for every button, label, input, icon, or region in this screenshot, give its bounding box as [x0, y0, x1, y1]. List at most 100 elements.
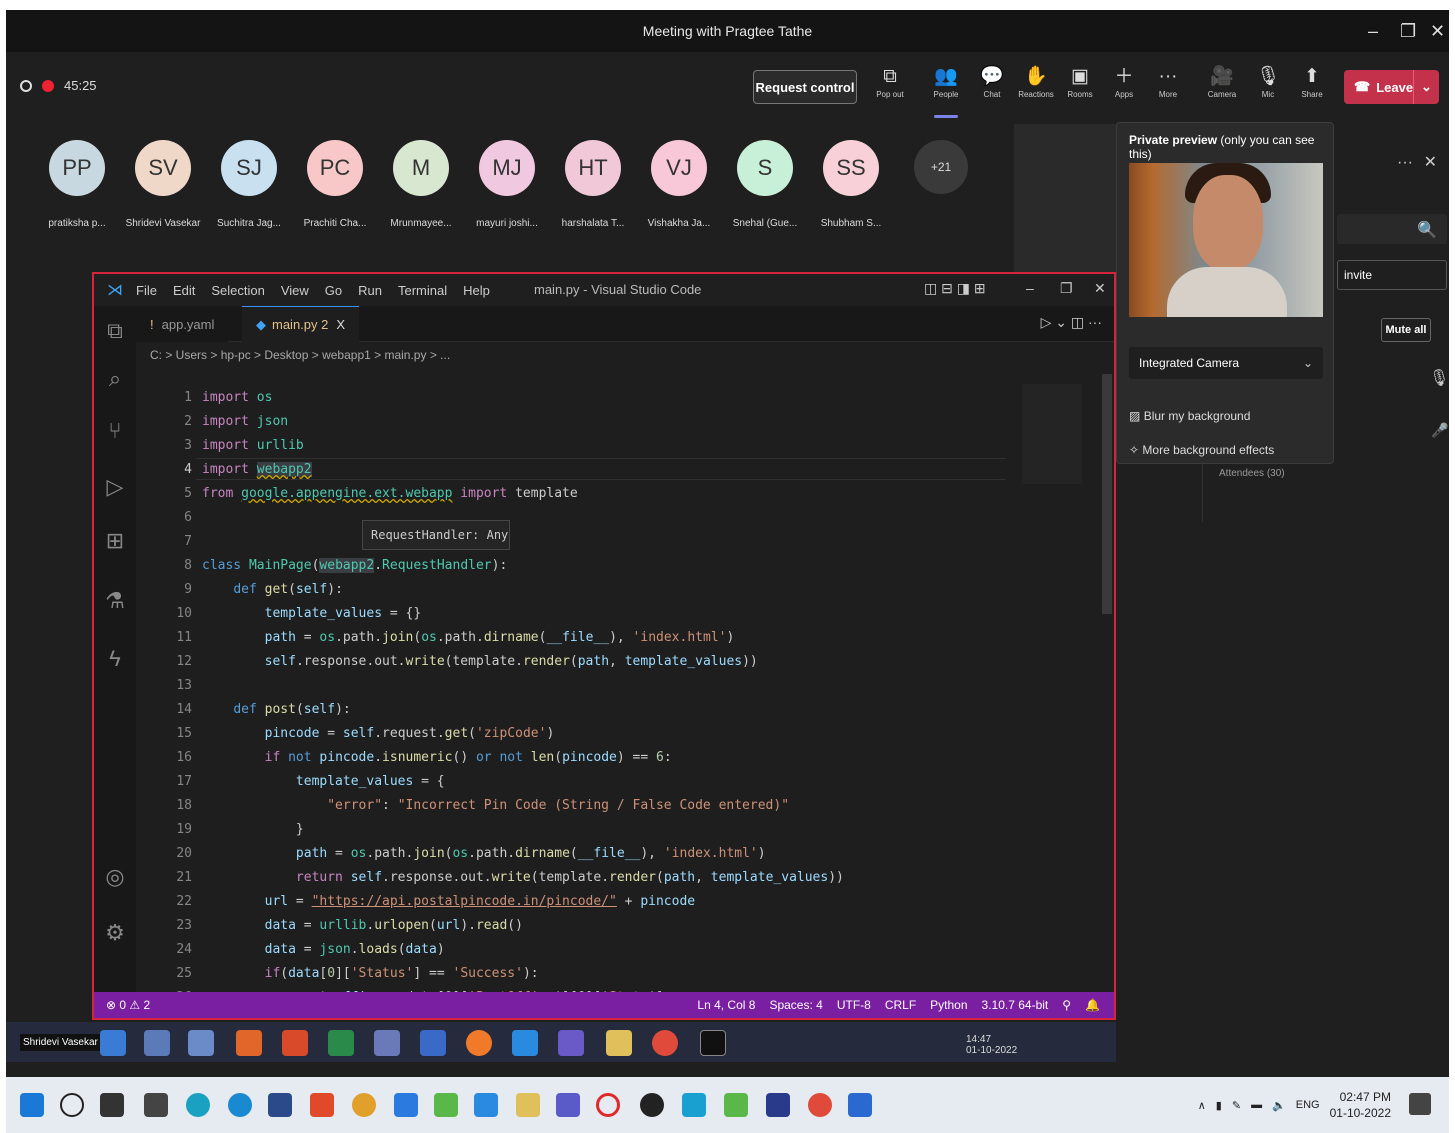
people-search-input[interactable]: 🔍 [1337, 214, 1447, 244]
thunder-icon[interactable]: ϟ [102, 646, 128, 672]
maximize-icon[interactable]: ❐ [1400, 10, 1416, 52]
notification-icon[interactable] [1409, 1093, 1431, 1115]
minimize-icon[interactable]: – [1368, 10, 1378, 52]
close-tab-icon[interactable]: X [336, 317, 345, 332]
menu-terminal[interactable]: Terminal [398, 283, 447, 298]
app-icon[interactable] [310, 1093, 334, 1117]
bell-icon[interactable]: 🔔 [1085, 998, 1100, 1012]
chrome-icon[interactable] [808, 1093, 832, 1117]
app-icon[interactable] [394, 1093, 418, 1117]
explorer-icon[interactable]: ⧉ [102, 318, 128, 344]
apps-button[interactable]: ＋ Apps [1104, 64, 1144, 112]
indentation-status[interactable]: Spaces: 4 [769, 998, 822, 1012]
blur-background-option[interactable]: ▨ Blur my background [1129, 409, 1250, 423]
app-icon[interactable] [682, 1093, 706, 1117]
panel-close-icon[interactable]: ✕ [1424, 152, 1437, 172]
cursor-position[interactable]: Ln 4, Col 8 [697, 998, 755, 1012]
people-button[interactable]: 👥 People [926, 64, 966, 118]
battery-icon[interactable]: ▮ [1216, 1099, 1222, 1112]
widgets-icon[interactable] [144, 1093, 168, 1117]
menu-selection[interactable]: Selection [211, 283, 264, 298]
participant[interactable]: PC Prachiti Cha... [292, 140, 378, 229]
task-view-icon[interactable] [100, 1093, 124, 1117]
opera-icon[interactable] [596, 1093, 620, 1117]
editor-scrollbar[interactable] [1102, 374, 1112, 614]
volume-icon[interactable]: 🔈 [1272, 1099, 1286, 1112]
vs-minimize-icon[interactable]: – [1026, 280, 1034, 296]
rooms-button[interactable]: ▣ Rooms [1060, 64, 1100, 112]
clock[interactable]: 02:47 PM 01-10-2022 [1330, 1089, 1391, 1121]
chevron-up-icon[interactable]: ∧ [1198, 1099, 1206, 1112]
word-icon[interactable] [848, 1093, 872, 1117]
menu-go[interactable]: Go [325, 283, 342, 298]
app-icon[interactable] [434, 1093, 458, 1117]
camera-select[interactable]: Integrated Camera ⌄ [1129, 347, 1323, 379]
app-icon[interactable] [228, 1093, 252, 1117]
person-icon[interactable]: ⚲ [1062, 998, 1071, 1012]
layout-toggle-icon[interactable]: ◫ ⊟ ◨ ⊞ [924, 280, 986, 297]
tab-app-yaml[interactable]: ! app.yaml [136, 306, 229, 342]
participant[interactable]: PP pratiksha p... [34, 140, 120, 229]
chevron-down-icon[interactable]: ⌄ [1413, 70, 1439, 104]
participant[interactable]: SV Shridevi Vasekar [120, 140, 206, 229]
search-icon[interactable] [60, 1093, 84, 1117]
breadcrumb[interactable]: C: > Users > hp-pc > Desktop > webapp1 >… [150, 348, 450, 362]
pen-icon[interactable]: ✎ [1232, 1099, 1241, 1112]
app-icon[interactable] [724, 1093, 748, 1117]
app-icon[interactable] [766, 1093, 790, 1117]
language-indicator[interactable]: ENG [1296, 1099, 1320, 1111]
menu-help[interactable]: Help [463, 283, 490, 298]
chrome-icon[interactable] [352, 1093, 376, 1117]
settings-gear-icon[interactable]: ⚙ [102, 920, 128, 946]
menu-view[interactable]: View [281, 283, 309, 298]
request-control-button[interactable]: Request control [753, 70, 857, 104]
more-button[interactable]: ··· More [1148, 64, 1188, 112]
tab-main-py[interactable]: ◆ main.py 2X [242, 306, 360, 342]
participant[interactable]: HT harshalata T... [550, 140, 636, 229]
code-editor[interactable]: 1 2 3 4 5 6 7 8 9 10 11 12 13 14 15 16 1… [136, 370, 1016, 1010]
network-icon[interactable]: ▬ [1251, 1099, 1262, 1111]
share-button[interactable]: ⬆ Share [1292, 64, 1332, 112]
more-options-icon[interactable]: ··· [1397, 154, 1413, 172]
problems-status[interactable]: ⊗ 0 ⚠ 2 [106, 998, 150, 1012]
app-icon[interactable] [640, 1093, 664, 1117]
menu-edit[interactable]: Edit [173, 283, 195, 298]
minimap[interactable] [1022, 384, 1082, 484]
participant[interactable]: SS Shubham S... [808, 140, 894, 229]
participant[interactable]: SJ Suchitra Jag... [206, 140, 292, 229]
camera-button[interactable]: 🎥 Camera [1202, 64, 1242, 112]
testing-icon[interactable]: ⚗ [102, 588, 128, 614]
menu-file[interactable]: File [136, 283, 157, 298]
invite-button[interactable]: invite [1337, 260, 1447, 290]
chat-button[interactable]: 💬 Chat [972, 64, 1012, 112]
python-interpreter[interactable]: 3.10.7 64-bit [982, 998, 1049, 1012]
vs-restore-icon[interactable]: ❐ [1060, 280, 1073, 297]
edge-icon[interactable] [186, 1093, 210, 1117]
run-debug-icon[interactable]: ▷ [102, 474, 128, 500]
run-file-icon[interactable]: ▷ ⌄ ◫ ··· [1041, 314, 1102, 331]
eol-status[interactable]: CRLF [885, 998, 916, 1012]
pop-out-button[interactable]: ⧉ Pop out [870, 64, 910, 112]
account-icon[interactable]: ◎ [102, 864, 128, 890]
teams-icon[interactable] [556, 1093, 580, 1117]
mic-button[interactable]: 🎙 Mic [1248, 64, 1288, 112]
search-icon[interactable]: ⌕ [102, 366, 128, 392]
file-explorer-icon[interactable] [516, 1093, 540, 1117]
participant[interactable]: M Mrunmayee... [378, 140, 464, 229]
windows-start-icon[interactable] [20, 1093, 44, 1117]
encoding-status[interactable]: UTF-8 [837, 998, 871, 1012]
reactions-button[interactable]: ✋ Reactions [1016, 64, 1056, 112]
close-icon[interactable]: ✕ [1430, 10, 1445, 52]
leave-button[interactable]: ☎ Leave ⌄ [1344, 70, 1439, 104]
more-participants-badge[interactable]: +21 [914, 140, 968, 194]
participant[interactable]: MJ mayuri joshi... [464, 140, 550, 229]
participant[interactable]: VJ Vishakha Ja... [636, 140, 722, 229]
participant[interactable]: S Snehal (Gue... [722, 140, 808, 229]
language-mode[interactable]: Python [930, 998, 967, 1012]
menu-run[interactable]: Run [358, 283, 382, 298]
app-icon[interactable] [268, 1093, 292, 1117]
vs-close-icon[interactable]: ✕ [1094, 280, 1106, 297]
background-effects-option[interactable]: ✧ More background effects [1129, 443, 1274, 457]
vscode-icon[interactable] [474, 1093, 498, 1117]
source-control-icon[interactable]: ⑂ [102, 418, 128, 444]
